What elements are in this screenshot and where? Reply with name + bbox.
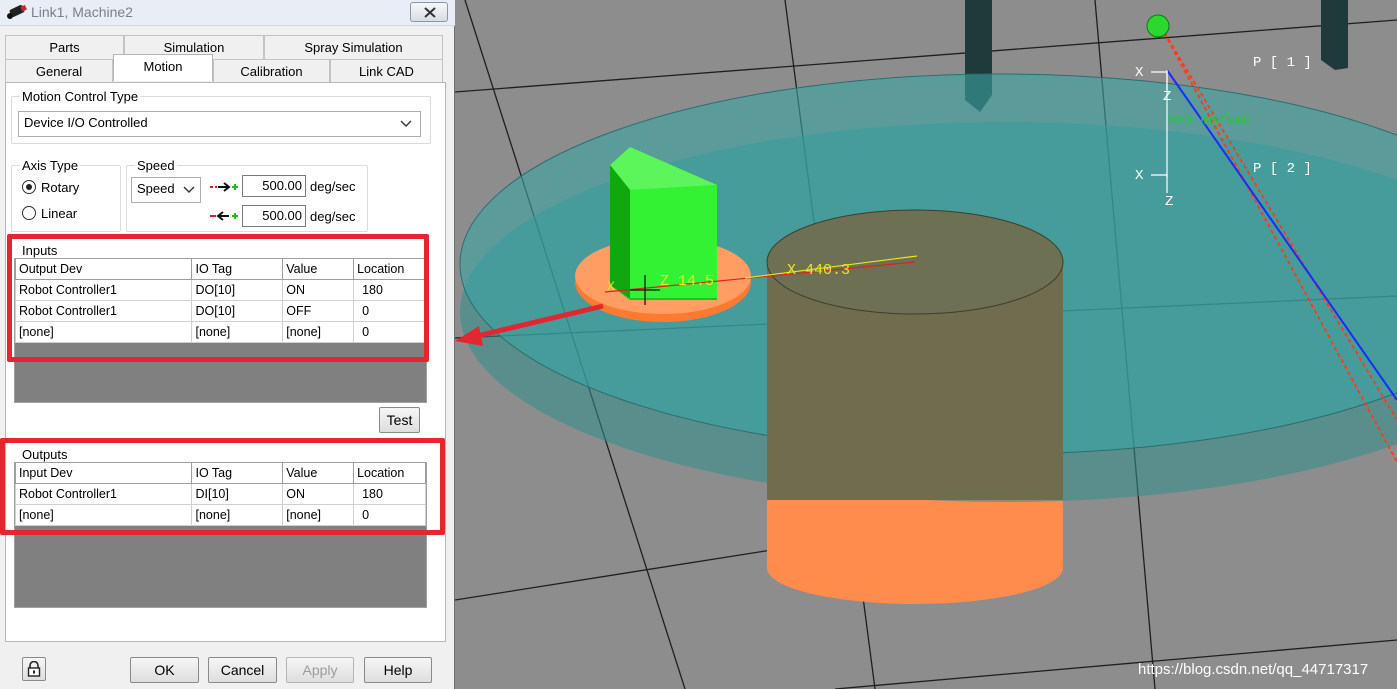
frame1-x-label: X (1135, 65, 1144, 81)
radio-linear-label: Linear (41, 206, 78, 221)
position-p2-label: P [ 2 ] (1253, 161, 1312, 177)
tab-calibration[interactable]: Calibration (213, 59, 330, 83)
frame1-z-label: Z (1163, 89, 1171, 105)
speed-mode-value: Speed (137, 181, 175, 196)
reverse-speed-unit: deg/sec (310, 209, 356, 224)
radio-rotary-label: Rotary (41, 180, 80, 195)
position-p1-label: P [ 1 ] (1253, 55, 1312, 71)
motion-control-type-label: Motion Control Type (20, 89, 141, 104)
reverse-speed-input[interactable]: 500.00 (242, 205, 306, 227)
frame2-x-label: X (1135, 168, 1144, 184)
tool-point-marker (1146, 14, 1170, 38)
annotation-highlight-outputs (0, 438, 445, 535)
forward-speed-input[interactable]: 500.00 (242, 175, 306, 197)
cancel-button[interactable]: Cancel (208, 657, 277, 683)
title-bar[interactable]: Link1, Machine2 (0, 0, 455, 26)
link-properties-dialog: Link1, Machine2 Parts Simulation Spray S… (0, 0, 455, 689)
axis-type-group (11, 165, 121, 232)
test-button[interactable]: Test (379, 407, 420, 433)
forward-direction-icon (210, 182, 238, 192)
x-dimension-label: X 440.3 (787, 262, 850, 279)
3d-viewport[interactable]: Z 14.5 X 440.3 X X Z X Z 300 mm/sec P [ … (455, 0, 1397, 689)
speed-overlay-label: 300 mm/sec (1167, 113, 1251, 129)
radio-rotary[interactable]: Rotary (22, 180, 79, 195)
lock-icon (27, 660, 41, 677)
motion-control-type-select[interactable]: Device I/O Controlled (18, 111, 421, 137)
apply-button[interactable]: Apply (286, 657, 354, 683)
speed-label: Speed (135, 158, 177, 173)
tab-link-cad[interactable]: Link CAD (330, 59, 443, 83)
center-cylinder (766, 209, 1064, 500)
chevron-down-icon (400, 120, 412, 127)
tab-general[interactable]: General (5, 59, 113, 83)
axis-x-label: X (607, 279, 615, 294)
watermark: https://blog.csdn.net/qq_44717317 (1138, 661, 1369, 678)
tab-spray-simulation[interactable]: Spray Simulation (264, 35, 443, 59)
reverse-direction-icon (210, 211, 238, 221)
chevron-down-icon (183, 186, 195, 193)
motion-control-type-value: Device I/O Controlled (24, 115, 148, 130)
radio-indicator-unselected (22, 206, 36, 220)
tab-parts[interactable]: Parts (5, 35, 124, 59)
lock-button[interactable] (22, 657, 46, 681)
ok-button[interactable]: OK (130, 657, 199, 683)
close-icon (424, 7, 436, 18)
forward-speed-unit: deg/sec (310, 179, 356, 194)
frame2-z-label: Z (1165, 194, 1173, 210)
radio-linear[interactable]: Linear (22, 206, 77, 221)
speed-mode-select[interactable]: Speed (131, 177, 201, 203)
close-button[interactable] (410, 2, 448, 22)
window-title: Link1, Machine2 (31, 4, 133, 20)
help-button[interactable]: Help (364, 657, 432, 683)
axis-type-label: Axis Type (20, 158, 81, 173)
z-dimension-label: Z 14.5 (660, 273, 714, 290)
annotation-highlight-inputs (7, 234, 429, 362)
link-app-icon (6, 4, 28, 20)
radio-indicator-selected (22, 180, 36, 194)
scene-canvas[interactable]: Z 14.5 X 440.3 X X Z X Z 300 mm/sec P [ … (455, 0, 1397, 689)
tab-motion[interactable]: Motion (113, 54, 213, 81)
